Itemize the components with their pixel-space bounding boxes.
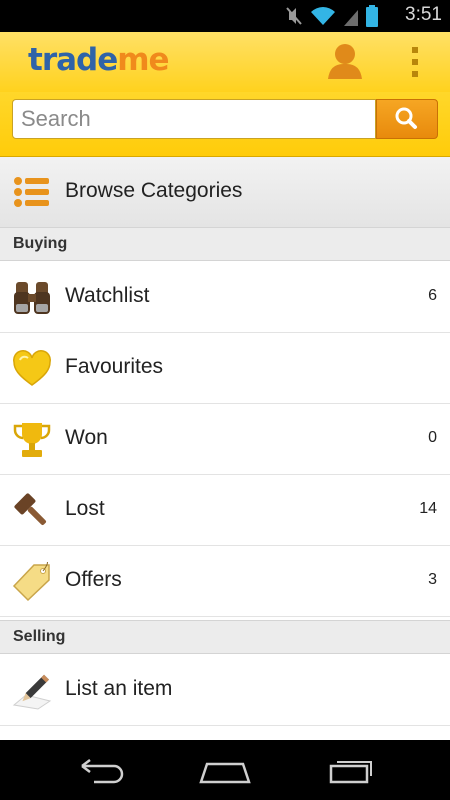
list-item-count: 3 — [428, 571, 437, 588]
list-item-label: Favourites — [65, 355, 164, 378]
home-icon[interactable] — [195, 752, 255, 788]
list-item-count: 6 — [428, 287, 437, 304]
list-item-favourites[interactable]: Favourites — [0, 333, 450, 404]
list-item-list-an-item[interactable]: List an item — [0, 655, 450, 726]
list-item-label: Won — [65, 426, 108, 449]
logo-trade: trade — [28, 42, 118, 78]
status-time: 3:51 — [405, 4, 442, 25]
recent-apps-icon[interactable] — [321, 752, 381, 788]
heart-icon — [13, 350, 51, 386]
browse-categories[interactable]: Browse Categories — [0, 157, 450, 228]
navigation-bar — [0, 740, 450, 800]
pencil-icon — [12, 674, 52, 710]
trademe-logo[interactable]: trademe — [28, 42, 170, 78]
list-item-watchlist[interactable]: Watchlist 6 — [0, 262, 450, 333]
list-icon — [14, 177, 49, 207]
wifi-icon — [311, 7, 335, 25]
list-item-label: Offers — [65, 568, 122, 591]
section-header-selling: Selling — [0, 620, 450, 654]
overflow-menu-icon — [412, 47, 418, 77]
search-bar — [0, 92, 450, 157]
list-item-label: Watchlist — [65, 284, 150, 307]
gavel-icon — [14, 493, 47, 526]
action-bar: trademe — [0, 32, 450, 92]
overflow-menu-button[interactable] — [404, 44, 426, 80]
profile-icon — [328, 44, 362, 79]
list-item-lost[interactable]: Lost 14 — [0, 475, 450, 546]
status-icons — [286, 4, 378, 28]
tag-icon — [12, 562, 50, 602]
status-bar: 3:51 — [0, 0, 450, 32]
list-item-count: 0 — [428, 429, 437, 446]
search-button[interactable] — [376, 99, 438, 139]
list-item-won[interactable]: Won 0 — [0, 404, 450, 475]
trophy-icon — [13, 423, 51, 457]
list-item-label: List an item — [65, 677, 173, 700]
binoculars-icon — [14, 282, 50, 314]
battery-icon — [366, 5, 378, 27]
profile-button[interactable] — [326, 41, 364, 81]
list-item-offers[interactable]: Offers 3 — [0, 546, 450, 617]
section-title: Buying — [13, 235, 68, 252]
section-header-buying: Buying — [0, 227, 450, 261]
back-icon[interactable] — [70, 752, 130, 788]
browse-categories-label: Browse Categories — [65, 179, 243, 202]
section-title: Selling — [13, 628, 66, 645]
list-item-count: 14 — [419, 500, 437, 517]
signal-icon — [344, 10, 358, 26]
mute-icon — [286, 7, 302, 25]
logo-me: me — [117, 42, 169, 78]
search-input[interactable] — [12, 99, 376, 139]
list-item-label: Lost — [65, 497, 105, 520]
search-icon — [395, 107, 417, 129]
